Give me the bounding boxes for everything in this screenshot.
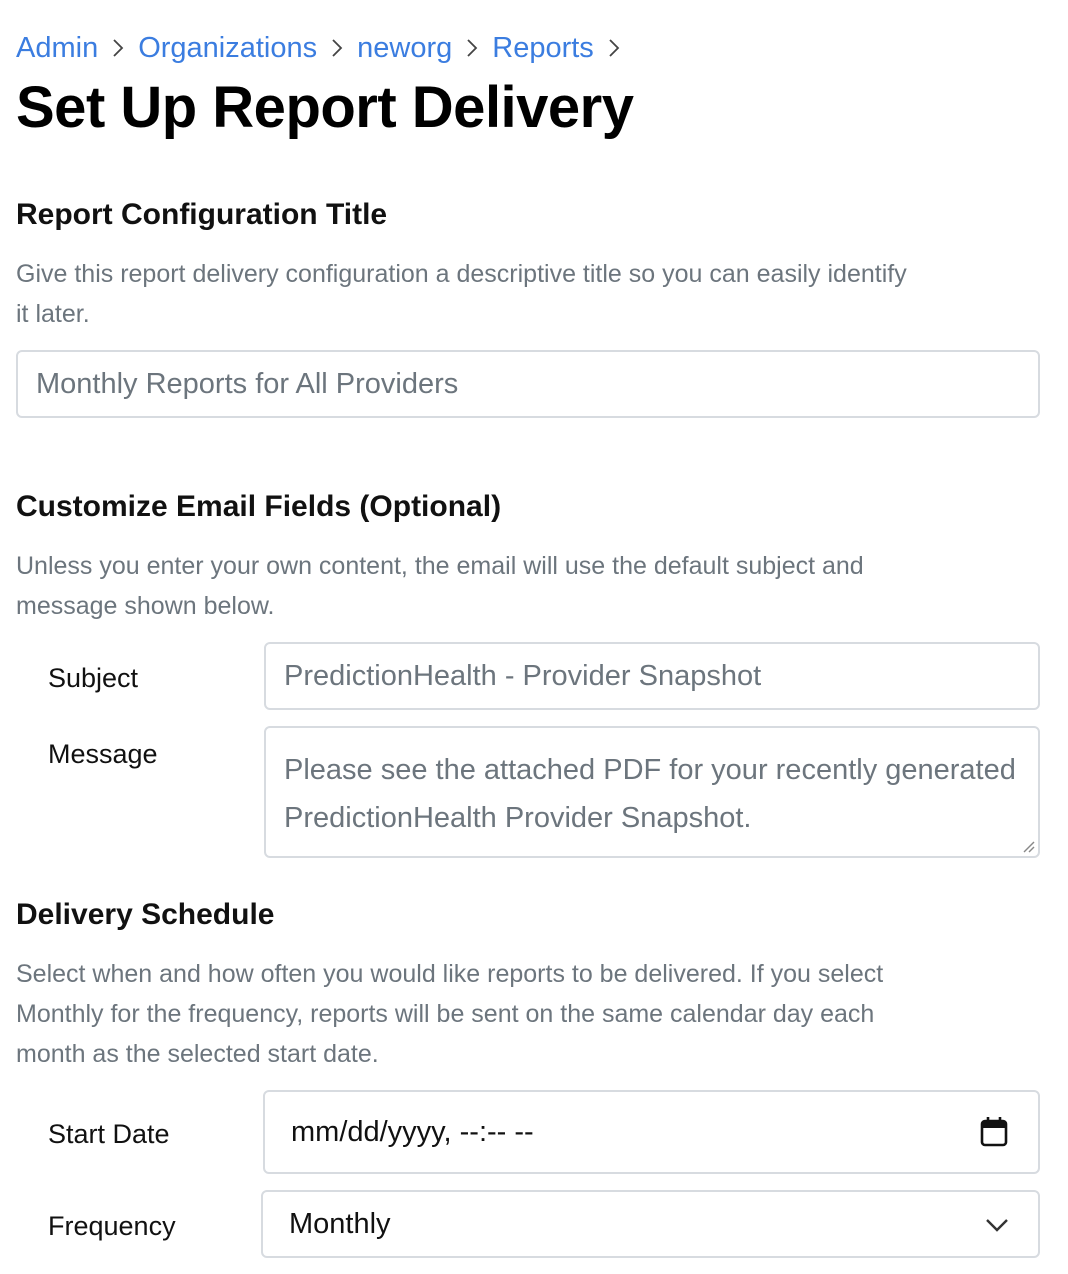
report-title-input[interactable]: Monthly Reports for All Providers (16, 350, 1040, 418)
page-title: Set Up Report Delivery (16, 75, 634, 140)
subject-label: Subject (48, 663, 139, 693)
resize-handle-icon[interactable] (1021, 839, 1035, 853)
delivery-schedule-help: Select when and how often you would like… (16, 960, 884, 1068)
report-config-help: Give this report delivery configuration … (16, 260, 907, 328)
frequency-value: Monthly (289, 1207, 391, 1240)
frequency-select[interactable]: Monthly (261, 1190, 1040, 1258)
email-fields-heading: Customize Email Fields (Optional) (16, 490, 502, 523)
start-date-label: Start Date (48, 1119, 170, 1149)
breadcrumb-organizations[interactable]: Organizations (138, 32, 317, 65)
start-date-value: mm/dd/yyyy, --:-- -- (291, 1115, 534, 1148)
start-date-input[interactable]: mm/dd/yyyy, --:-- -- (263, 1090, 1040, 1174)
breadcrumb-neworg[interactable]: neworg (357, 32, 452, 65)
breadcrumb-admin[interactable]: Admin (16, 32, 98, 65)
chevron-right-icon (98, 38, 138, 58)
breadcrumb: Admin Organizations neworg Reports (16, 28, 634, 68)
subject-placeholder: PredictionHealth - Provider Snapshot (284, 659, 762, 692)
report-config-heading: Report Configuration Title (16, 198, 388, 231)
chevron-right-icon (452, 38, 492, 58)
report-title-placeholder: Monthly Reports for All Providers (36, 367, 459, 400)
message-textarea[interactable]: Please see the attached PDF for your rec… (264, 726, 1040, 858)
calendar-icon[interactable] (980, 1116, 1008, 1148)
frequency-label: Frequency (48, 1211, 176, 1241)
delivery-schedule-heading: Delivery Schedule (16, 898, 275, 931)
breadcrumb-reports[interactable]: Reports (492, 32, 594, 65)
chevron-right-icon (594, 38, 634, 58)
subject-input[interactable]: PredictionHealth - Provider Snapshot (264, 642, 1040, 710)
message-placeholder: Please see the attached PDF for your rec… (284, 754, 1016, 834)
chevron-right-icon (317, 38, 357, 58)
chevron-down-icon (986, 1219, 1008, 1232)
email-fields-help: Unless you enter your own content, the e… (16, 552, 864, 620)
message-label: Message (48, 739, 158, 769)
